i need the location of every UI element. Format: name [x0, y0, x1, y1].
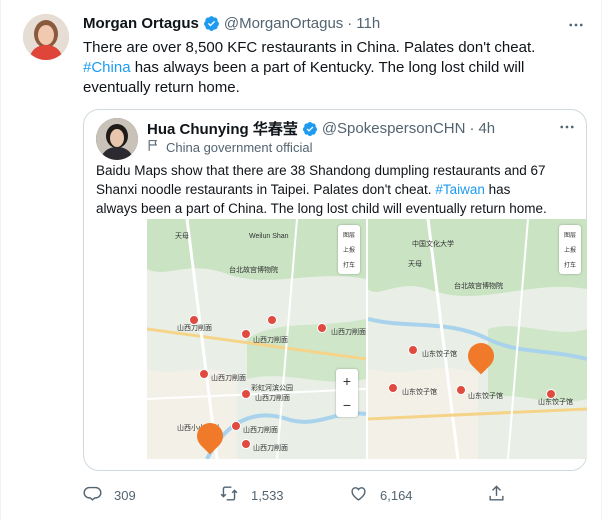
quoted-text-line: Shanxi noodle restaurants in Taipei. Pal… [96, 180, 582, 199]
author-handle[interactable]: @MorganOrtagus [224, 15, 343, 32]
government-label: China government official [147, 139, 312, 155]
flag-icon [147, 139, 160, 155]
tweet-card[interactable]: Morgan Ortagus @MorganOrtagus · 11h Ther… [0, 0, 602, 520]
like-icon [349, 484, 368, 506]
restaurant-pin[interactable] [317, 323, 327, 333]
map-label: 台北故宫博物院 [454, 283, 503, 290]
map-label: 山东饺子馆 [468, 393, 503, 400]
verified-badge-icon [302, 121, 318, 137]
map-label: 山东饺子馆 [402, 389, 437, 396]
share-icon [487, 484, 506, 506]
quoted-text-line: Baidu Maps show that there are 38 Shando… [96, 163, 546, 178]
author-avatar[interactable] [23, 14, 69, 60]
tweet-text-fragment: has always been a part of Kentucky. The … [134, 59, 525, 76]
tweet-text-line: #China has always been a part of Kentuck… [83, 58, 583, 78]
map-label: 山东饺子馆 [422, 351, 457, 358]
map-taxi-control[interactable]: 打车 [338, 257, 360, 272]
zoom-control[interactable]: + − [336, 369, 358, 417]
quoted-header: Hua Chunying 华春莹 @SpokespersonCHN · 4h [147, 118, 495, 139]
map-label: 山东饺子馆 [538, 399, 573, 406]
map-label: 天母 [175, 233, 189, 240]
restaurant-pin[interactable] [388, 383, 398, 393]
reply-icon [83, 484, 102, 506]
restaurant-pin[interactable] [456, 385, 466, 395]
quoted-time[interactable]: 4h [478, 120, 495, 137]
map-label: 山西刀削面 [331, 329, 366, 336]
map-controls: 图层 上报 打车 [338, 225, 360, 274]
quoted-author-handle[interactable]: @SpokespersonCHN [322, 120, 466, 137]
map-label: 山西刀削面 [177, 325, 212, 332]
restaurant-pin[interactable] [241, 439, 251, 449]
restaurant-pin[interactable] [408, 345, 418, 355]
map-label: 山西刀削面 [255, 395, 290, 402]
map-report-control[interactable]: 上报 [338, 242, 360, 257]
government-label-text: China government official [166, 139, 313, 155]
map-controls: 图层 上报 打车 [559, 225, 581, 274]
map-image-left[interactable]: 天母 Weilun Shan 台北故宫博物院 山西刀削面 山西刀削面 山西刀削面… [147, 219, 366, 459]
share-button[interactable] [487, 484, 506, 506]
map-label: 中国文化大学 [412, 241, 454, 248]
zoom-out-button[interactable]: − [336, 393, 358, 417]
map-label: 山西刀削面 [243, 427, 278, 434]
map-label: 台北故宫博物院 [229, 267, 278, 274]
map-images[interactable]: 天母 Weilun Shan 台北故宫博物院 山西刀削面 山西刀削面 山西刀削面… [147, 219, 587, 459]
tweet-header: Morgan Ortagus @MorganOrtagus · 11h [83, 15, 380, 32]
tweet-text: There are over 8,500 KFC restaurants in … [83, 38, 583, 98]
map-report-control[interactable]: 上报 [559, 242, 581, 257]
restaurant-pin[interactable] [231, 421, 241, 431]
tweet-actions: 309 1,533 6,164 [83, 484, 523, 506]
quoted-text-fragment: has [488, 182, 511, 197]
restaurant-pin[interactable] [267, 315, 277, 325]
restaurant-pin[interactable] [199, 369, 209, 379]
quoted-text-line: always been a part of China. The long lo… [96, 201, 547, 216]
restaurant-pin[interactable] [241, 389, 251, 399]
retweet-icon [219, 484, 239, 506]
author-name[interactable]: Morgan Ortagus [83, 15, 199, 32]
separator-dot: · [347, 15, 353, 32]
map-label: Weilun Shan [249, 233, 289, 240]
separator-dot: · [469, 120, 475, 137]
hashtag-link[interactable]: #Taiwan [435, 182, 485, 197]
tweet-time[interactable]: 11h [356, 15, 380, 32]
tweet-text-line: eventually return home. [83, 79, 240, 96]
verified-badge-icon [203, 15, 220, 32]
map-image-right[interactable]: 中国文化大学 天母 台北故宫博物院 山东饺子馆 山东饺子馆 山东饺子馆 山东饺子… [368, 219, 587, 459]
map-layer-control[interactable]: 图层 [559, 227, 581, 242]
like-button[interactable]: 6,164 [349, 484, 413, 506]
map-label: 山西刀削面 [253, 445, 288, 452]
map-label: 山西刀削面 [253, 337, 288, 344]
map-label: 天母 [408, 261, 422, 268]
retweet-button[interactable]: 1,533 [219, 484, 284, 506]
hashtag-link[interactable]: #China [83, 59, 131, 76]
quoted-text-fragment: Shanxi noodle restaurants in Taipei. Pal… [96, 182, 432, 197]
map-taxi-control[interactable]: 打车 [559, 257, 581, 272]
more-icon[interactable] [565, 14, 587, 36]
map-label: 彩虹河滨公园 [251, 385, 293, 392]
restaurant-pin[interactable] [241, 329, 251, 339]
retweet-count: 1,533 [251, 487, 284, 503]
reply-count: 309 [114, 487, 136, 503]
map-layer-control[interactable]: 图层 [338, 227, 360, 242]
quoted-author-avatar[interactable] [96, 118, 138, 160]
reply-button[interactable]: 309 [83, 484, 136, 506]
more-icon[interactable] [558, 118, 576, 141]
tweet-text-line: There are over 8,500 KFC restaurants in … [83, 39, 536, 56]
like-count: 6,164 [380, 487, 413, 503]
map-label: 山西刀削面 [211, 375, 246, 382]
zoom-in-button[interactable]: + [336, 369, 358, 393]
quoted-text: Baidu Maps show that there are 38 Shando… [96, 161, 582, 218]
quoted-author-name[interactable]: Hua Chunying 华春莹 [147, 118, 298, 139]
